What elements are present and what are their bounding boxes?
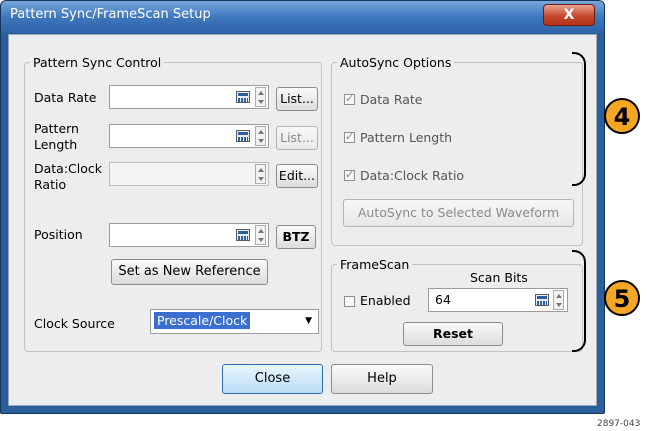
clock-ratio-label: Data:Clock Ratio	[34, 161, 103, 192]
callout-badge: 5	[604, 280, 640, 316]
scan-bits-label: Scan Bits	[470, 270, 528, 285]
autosync-legend: AutoSync Options	[337, 55, 455, 70]
data-rate-list-button[interactable]: List...	[276, 87, 318, 111]
clock-source-selected: Prescale/Clock	[154, 312, 251, 329]
framescan-enabled-checkbox[interactable]	[344, 296, 355, 307]
calculator-icon[interactable]	[236, 91, 250, 103]
close-button[interactable]: Close	[222, 364, 323, 394]
set-new-reference-button[interactable]: Set as New Reference	[111, 259, 268, 285]
calculator-icon[interactable]	[535, 294, 549, 306]
callout-bracket	[572, 52, 586, 186]
clock-ratio-edit-button[interactable]: Edit...	[276, 164, 318, 188]
framescan-legend: FrameScan	[337, 257, 413, 272]
autosync-selected-waveform-button[interactable]: AutoSync to Selected Waveform	[343, 199, 574, 227]
clock-source-label: Clock Source	[34, 316, 115, 331]
clock-source-select[interactable]: Prescale/Clock ▼	[150, 309, 319, 334]
autosync-clock-ratio-label: Data:Clock Ratio	[360, 168, 465, 183]
autosync-clock-ratio-checkbox[interactable]	[344, 168, 355, 181]
pattern-length-spinner[interactable]	[255, 126, 266, 146]
pattern-sync-legend: Pattern Sync Control	[30, 55, 165, 70]
window-title: Pattern Sync/FrameScan Setup	[10, 7, 211, 22]
autosync-data-rate-checkbox[interactable]	[344, 92, 355, 105]
autosync-data-rate-label: Data Rate	[360, 92, 423, 107]
position-label: Position	[34, 227, 83, 242]
autosync-pattern-length-label: Pattern Length	[360, 130, 453, 145]
data-rate-spinner[interactable]	[255, 87, 266, 107]
help-button[interactable]: Help	[331, 364, 433, 394]
window-close-button[interactable]: X	[543, 4, 595, 26]
chevron-down-icon: ▼	[305, 316, 312, 326]
data-rate-label: Data Rate	[34, 90, 97, 105]
figure-id: 2897-043	[597, 419, 641, 429]
calculator-icon[interactable]	[236, 229, 250, 241]
scan-bits-spinner[interactable]	[553, 290, 564, 310]
scan-bits-value: 64	[435, 292, 451, 307]
pattern-length-list-button[interactable]: List...	[276, 126, 318, 150]
clock-ratio-input[interactable]	[109, 162, 269, 186]
framescan-reset-button[interactable]: Reset	[403, 322, 503, 346]
callout-bracket	[572, 250, 586, 352]
clock-ratio-spinner[interactable]	[255, 164, 266, 184]
position-spinner[interactable]	[255, 225, 266, 245]
framescan-enabled-label: Enabled	[360, 293, 411, 308]
calculator-icon[interactable]	[236, 130, 250, 142]
btz-button[interactable]: BTZ	[276, 225, 316, 249]
pattern-length-label: Pattern Length	[34, 121, 79, 152]
autosync-pattern-length-checkbox[interactable]	[344, 130, 355, 143]
callout-badge: 4	[604, 98, 640, 134]
